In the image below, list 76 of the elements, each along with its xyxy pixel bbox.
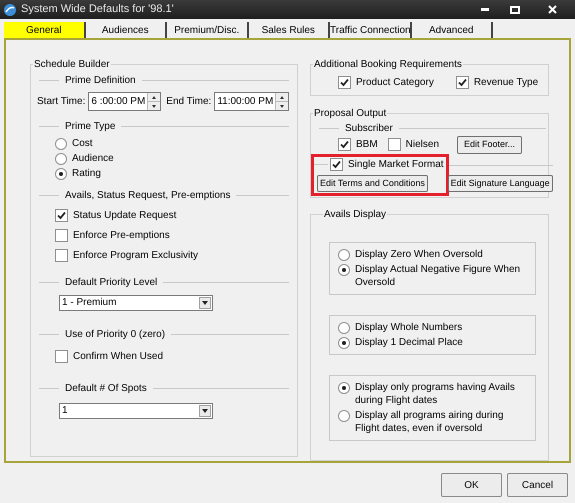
checkbox[interactable] xyxy=(388,138,401,151)
radio-button[interactable] xyxy=(338,248,350,260)
dropdown[interactable]: 1 - Premium xyxy=(59,295,213,311)
radio-button[interactable] xyxy=(338,336,350,348)
group-title: Additional Booking Requirements xyxy=(313,58,463,72)
section-heading: Use of Priority 0 (zero) xyxy=(65,328,166,342)
radio-label: Audience xyxy=(72,152,114,165)
checkmark-icon xyxy=(340,140,349,149)
checkbox-label: Revenue Type xyxy=(474,76,538,90)
tab[interactable]: General xyxy=(4,22,86,38)
dialog-button[interactable]: Cancel xyxy=(507,473,568,497)
dropdown-value: 1 - Premium xyxy=(61,296,118,310)
section-heading: Prime Definition xyxy=(65,74,136,88)
checkbox[interactable] xyxy=(330,158,343,170)
checkbox-label: Product Category xyxy=(356,76,434,90)
minimize-icon xyxy=(481,8,489,11)
checkbox[interactable] xyxy=(55,249,68,262)
checkbox-label: Enforce Pre-emptions xyxy=(73,229,170,243)
radio-label: Display 1 Decimal Place xyxy=(355,336,463,348)
window-title: System Wide Defaults for '98.1' xyxy=(21,2,175,18)
push-button[interactable]: Edit Signature Language xyxy=(448,174,553,192)
time-value: 6 :00:00 PM xyxy=(90,95,146,109)
radio-button[interactable] xyxy=(338,264,350,276)
section-heading: Avails, Status Request, Pre-emptions xyxy=(65,189,230,203)
push-button[interactable]: Edit Terms and Conditions xyxy=(317,174,428,192)
checkbox[interactable] xyxy=(456,76,469,89)
field-label: End Time: xyxy=(166,95,212,109)
dropdown-value: 1 xyxy=(61,404,69,418)
radio-button[interactable] xyxy=(55,168,67,180)
group-title: Proposal Output xyxy=(313,106,388,120)
radio-button[interactable] xyxy=(338,322,350,334)
radio-label: Rating xyxy=(72,167,101,180)
section-heading: Prime Type xyxy=(65,120,116,134)
group-title: Avails Display xyxy=(323,208,388,222)
radio-label: Display all programs airing during Flight dates, even if oversold xyxy=(355,408,504,434)
checkbox[interactable] xyxy=(55,229,68,242)
radio-label: Display Whole Numbers xyxy=(355,320,462,334)
radio-label: Cost xyxy=(72,137,93,150)
checkbox-label: BBM xyxy=(356,138,378,152)
checkbox[interactable] xyxy=(55,350,68,363)
checkmark-icon xyxy=(57,211,66,220)
checkbox[interactable] xyxy=(338,76,351,89)
dropdown[interactable]: 1 xyxy=(59,403,213,419)
checkbox-label: Status Update Request xyxy=(73,209,176,223)
close-icon xyxy=(548,5,556,14)
checkmark-icon xyxy=(458,78,467,87)
time-value: 11:00:00 PM xyxy=(216,95,274,109)
field-label: Start Time: xyxy=(37,95,86,109)
spinner-icon xyxy=(275,93,288,110)
radio-button[interactable] xyxy=(55,153,67,165)
tab[interactable]: Traffic Connection xyxy=(330,22,412,38)
radio-label: Display Actual Negative Figure When Oversold xyxy=(355,262,522,288)
section-heading: Default # Of Spots xyxy=(65,382,147,396)
checkbox-label: Enforce Program Exclusivity xyxy=(73,249,198,263)
checkbox-label: Nielsen xyxy=(406,138,440,152)
checkbox[interactable] xyxy=(55,209,68,222)
checkbox-label: Single Market Format xyxy=(348,158,444,172)
checkmark-icon xyxy=(332,160,341,168)
radio-label: Display only programs having Avails during Flight dates xyxy=(355,380,516,406)
checkbox-label: Confirm When Used xyxy=(73,350,164,364)
time-field[interactable]: 11:00:00 PM xyxy=(214,92,290,111)
radio-button[interactable] xyxy=(338,382,350,394)
dialog-button[interactable]: OK xyxy=(441,473,502,497)
spinner-icon xyxy=(147,93,160,110)
checkbox[interactable] xyxy=(338,138,351,151)
time-field[interactable]: 6 :00:00 PM xyxy=(88,92,162,111)
maximize-icon xyxy=(510,6,520,14)
radio-label: Display Zero When Oversold xyxy=(355,248,483,260)
radio-button[interactable] xyxy=(55,138,67,150)
section-heading: Default Priority Level xyxy=(65,276,158,290)
section-heading: Subscriber xyxy=(345,122,393,136)
group-title: Schedule Builder xyxy=(33,58,111,72)
app-globe-icon xyxy=(3,2,17,16)
checkmark-icon xyxy=(340,78,349,87)
radio-button[interactable] xyxy=(338,410,350,422)
push-button[interactable]: Edit Footer... xyxy=(457,136,522,154)
